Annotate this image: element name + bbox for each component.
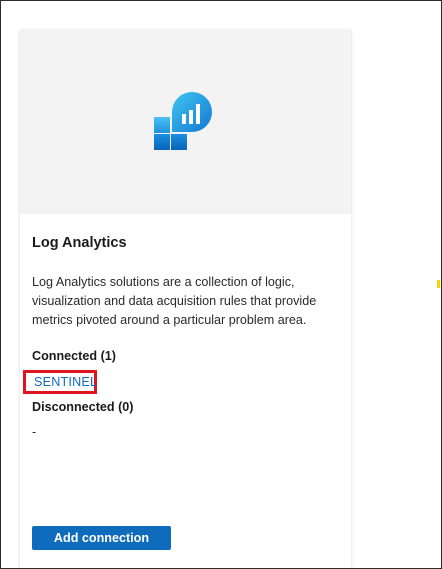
screenshot-frame: Log Analytics Log Analytics solutions ar… [0, 0, 442, 569]
edge-marker [437, 280, 440, 288]
log-analytics-icon [154, 92, 212, 150]
log-analytics-card: Log Analytics Log Analytics solutions ar… [20, 29, 351, 568]
connected-label: Connected (1) [32, 349, 116, 363]
highlight-box: SENTINEL [23, 370, 97, 394]
card-title: Log Analytics [32, 235, 127, 251]
card-description: Log Analytics solutions are a collection… [32, 275, 317, 327]
disconnected-label: Disconnected (0) [32, 400, 134, 414]
card-hero [20, 29, 351, 214]
add-connection-button[interactable]: Add connection [32, 526, 171, 550]
disconnected-empty-placeholder: - [32, 425, 37, 439]
connected-workspace-link[interactable]: SENTINEL [34, 375, 97, 389]
